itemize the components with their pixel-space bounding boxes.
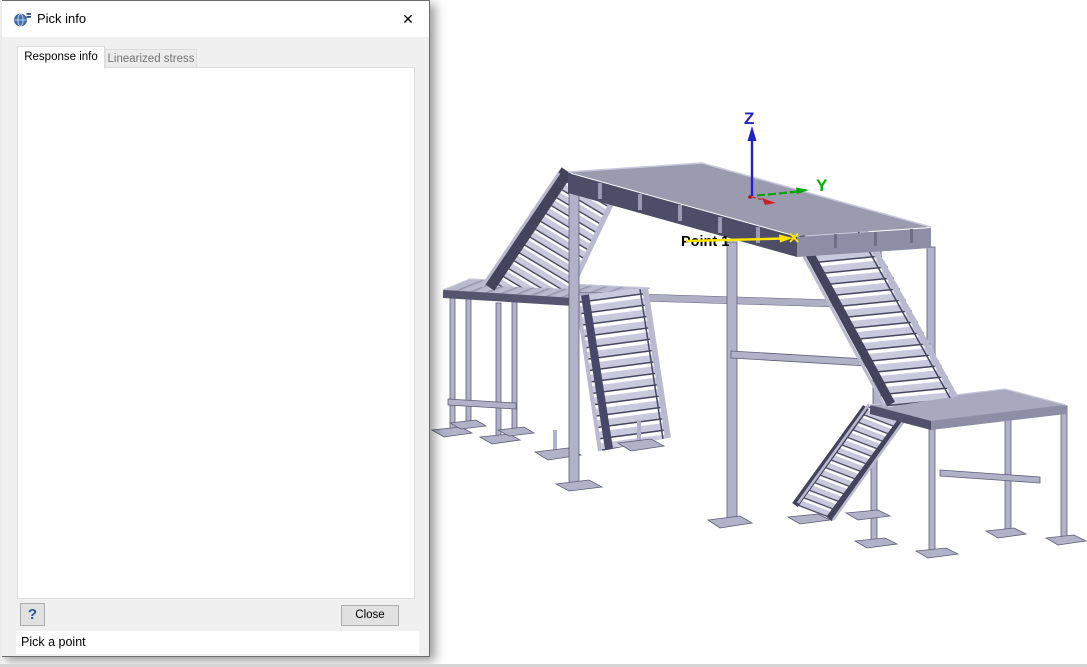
middle-staircase — [535, 287, 668, 460]
close-icon[interactable]: ✕ — [397, 8, 419, 30]
z-axis-arrow — [748, 126, 757, 141]
dialog-title: Pick info — [37, 11, 86, 26]
window-left-edge — [0, 0, 2, 667]
lower-right-staircase — [788, 404, 905, 524]
help-button[interactable]: ? — [20, 603, 45, 626]
response-info-panel — [17, 67, 415, 599]
dialog-titlebar[interactable]: Pick info ✕ — [1, 1, 429, 37]
z-axis-label: Z — [744, 109, 754, 128]
tab-response-info[interactable]: Response info — [17, 46, 105, 69]
tab-linearized-stress[interactable]: Linearized stress — [105, 49, 197, 68]
close-button[interactable]: Close — [341, 605, 399, 626]
application-window: Z Y Point 1 Pick info ✕ Response info L — [0, 0, 1087, 667]
pick-info-dialog: Pick info ✕ Response info Linearized str… — [0, 0, 430, 657]
steel-walkway-model — [432, 163, 1086, 558]
pick-info-icon — [14, 12, 31, 27]
status-bar: Pick a point — [16, 631, 419, 654]
main-platform — [568, 163, 931, 257]
y-axis-label: Y — [816, 176, 828, 195]
